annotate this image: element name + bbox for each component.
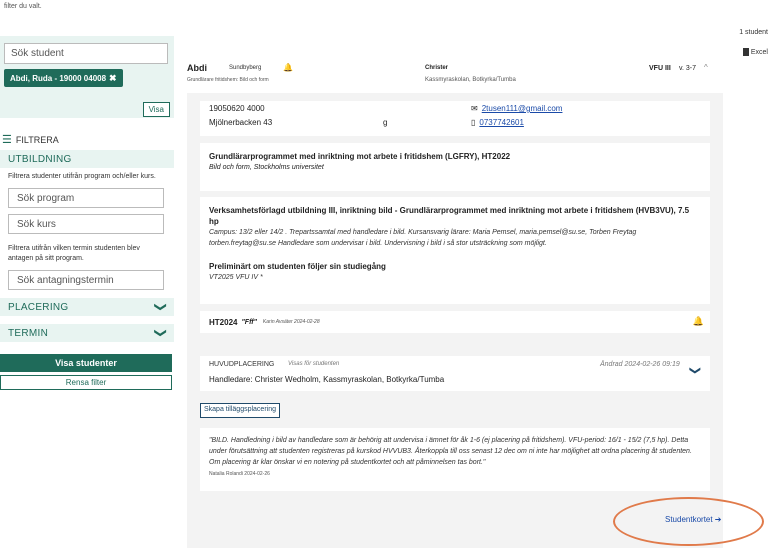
chevron-down-icon: ❯: [153, 327, 168, 339]
phone-text: 0737742601: [479, 118, 524, 127]
chevron-down-icon: ❯: [153, 301, 168, 313]
rensa-filter-button[interactable]: Rensa filter: [0, 375, 172, 390]
comment-text: "BILD. Handledning i bild av handledare …: [209, 437, 692, 466]
address: Mjölnerbacken 43: [209, 118, 273, 127]
course-title: Verksamhetsförlagd utbildning III, inrik…: [209, 206, 690, 226]
placement-card[interactable]: HUVUDPLACERING Visas för studenten Ändra…: [200, 356, 710, 391]
student-row[interactable]: Abdi Sundbyberg 🔔 Grundlärare fritidshem…: [187, 63, 768, 85]
program-card: Grundlärarprogrammet med inriktning mot …: [200, 143, 710, 191]
chevron-down-icon[interactable]: ❯: [689, 366, 702, 375]
placement-changed: Ändrad 2024-02-26 09:19: [600, 361, 680, 368]
antagningstermin-search-input[interactable]: Sök antagningstermin: [8, 270, 164, 290]
comment-card: "BILD. Handledning i bild av handledare …: [200, 428, 710, 491]
prelim-title: Preliminärt om studenten följer sin stud…: [209, 262, 386, 271]
placering-title: PLACERING: [8, 301, 69, 313]
student-search-input[interactable]: Sök student: [4, 43, 168, 64]
termin-title: TERMIN: [8, 327, 49, 339]
bell-icon: 🔔: [283, 63, 293, 72]
postal-city: g: [383, 118, 388, 127]
vfu-weeks: v. 3-7: [679, 65, 696, 72]
program-title: Grundlärarprogrammet med inriktning mot …: [209, 152, 511, 161]
reminder-meta: Karin Avsäter 2024-02-28: [262, 319, 320, 325]
placement-visibility: Visas för studenten: [288, 361, 340, 367]
chip-label: Abdi, Ruda - 19000 04008: [10, 73, 107, 83]
personnummer: 19050620 4000: [209, 104, 265, 113]
filtrera-label: FILTRERA: [15, 134, 59, 145]
handledare-school: Kassmyraskolan, Botkyrka/Tumba: [425, 77, 516, 83]
utbildning-title: UTBILDNING: [8, 153, 72, 165]
visa-studenter-button[interactable]: Visa studenter: [0, 354, 172, 372]
termin-help-text: Filtrera utifrån vilken termin studenten…: [8, 245, 140, 262]
placement-handledare: Handledare: Christer Wedholm, Kassmyrask…: [209, 375, 445, 384]
email-link[interactable]: ✉ 2tusen111@gmail.com: [471, 104, 562, 113]
chip-close-icon[interactable]: ✖: [109, 73, 117, 84]
handledare-name: Christer: [425, 65, 449, 71]
course-card: Verksamhetsförlagd utbildning III, inrik…: [200, 197, 710, 304]
student-program-short: Grundlärare fritidshem: Bild och form: [187, 77, 269, 83]
visa-button[interactable]: Visa: [142, 102, 170, 117]
program-subtitle: Bild och form, Stockholms universitet: [209, 164, 324, 171]
student-city: Sundbyberg: [229, 65, 262, 71]
phone-link[interactable]: ▯ 0737742601: [471, 118, 524, 127]
top-note: filter du valt.: [4, 3, 42, 10]
excel-label: Excel: [750, 48, 768, 56]
student-search-panel: Sök student Abdi, Ruda - 19000 04008 ✖ V…: [0, 36, 174, 118]
highlight-annotation: [613, 497, 764, 546]
bell-icon[interactable]: 🔔: [693, 316, 704, 327]
chevron-up-icon[interactable]: ^: [704, 63, 708, 72]
comment-signature: Natalia Rolandi 2024-02-26: [209, 471, 270, 477]
vfu-level: VFU III: [649, 65, 671, 72]
email-text: 2tusen111@gmail.com: [481, 104, 563, 113]
filtrera-header: ☰ FILTRERA: [0, 133, 174, 146]
placement-label: HUVUDPLACERING: [209, 361, 275, 368]
termin-section-header[interactable]: TERMIN ❯: [0, 324, 174, 342]
phone-icon: ▯: [471, 118, 476, 127]
excel-export-link[interactable]: Excel: [742, 48, 768, 56]
main-content: 1 student Excel Abdi Sundbyberg 🔔 Grundl…: [187, 26, 768, 549]
utbildning-help-text: Filtrera studenter utifrån program och/e…: [8, 173, 156, 180]
kurs-search-input[interactable]: Sök kurs: [8, 214, 164, 234]
utbildning-section-header[interactable]: UTBILDNING: [0, 150, 174, 168]
contact-card: 19050620 4000 Mjölnerbacken 43 g ✉ 2tusen…: [200, 101, 710, 136]
reminder-term: HT2024: [209, 317, 238, 327]
reminder-text: "Fff": [241, 318, 257, 326]
selected-student-chip[interactable]: Abdi, Ruda - 19000 04008 ✖: [4, 69, 123, 87]
filter-sidebar: Sök student Abdi, Ruda - 19000 04008 ✖ V…: [0, 36, 174, 436]
mail-icon: ✉: [471, 104, 478, 113]
course-description: Campus: 13/2 eller 14/2 . Trepartssamtal…: [209, 229, 637, 247]
placering-section-header[interactable]: PLACERING ❯: [0, 298, 174, 316]
student-count: 1 student: [739, 29, 768, 36]
filter-sliders-icon: ☰: [2, 134, 12, 146]
reminder-card: HT2024 "Fff" Karin Avsäter 2024-02-28 🔔: [200, 311, 710, 333]
skapa-tillaggsplacering-button[interactable]: Skapa tilläggsplacering: [200, 403, 280, 418]
student-detail-panel: 19050620 4000 Mjölnerbacken 43 g ✉ 2tusen…: [187, 93, 723, 548]
program-search-input[interactable]: Sök program: [8, 188, 164, 208]
prelim-subtitle: VT2025 VFU IV *: [209, 274, 263, 281]
excel-icon: [742, 48, 749, 56]
student-name: Abdi: [187, 63, 207, 73]
